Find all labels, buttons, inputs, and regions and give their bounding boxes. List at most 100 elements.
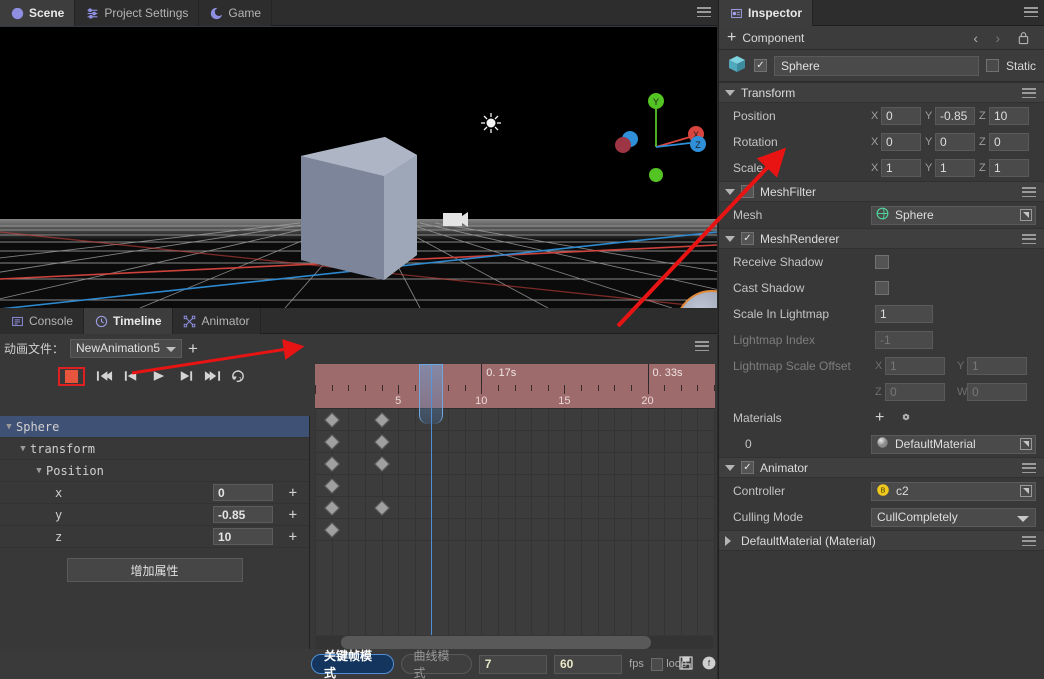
scale-in-lightmap-field[interactable]: 1 [875, 305, 933, 323]
tree-row-position[interactable]: ▼ Position [0, 460, 309, 482]
keyframe-value-y[interactable]: -0.85 [213, 506, 273, 523]
add-key-z-button[interactable]: + [289, 529, 297, 545]
tab-console[interactable]: Console [0, 308, 84, 334]
last-frame-button[interactable] [200, 366, 224, 387]
playhead-handle[interactable] [419, 364, 443, 424]
play-button[interactable] [146, 366, 170, 387]
component-menu-icon[interactable] [1022, 185, 1036, 199]
caret-right-icon[interactable] [725, 536, 731, 546]
caret-down-icon[interactable]: ▼ [16, 444, 30, 454]
rotation-y-field[interactable]: 0 [935, 133, 975, 151]
keyframe-row[interactable] [315, 431, 715, 453]
keyframe-row[interactable] [315, 409, 715, 431]
object-name-field[interactable]: Sphere [774, 56, 979, 76]
fps-input[interactable]: 60 [554, 655, 622, 674]
culling-mode-dropdown[interactable]: CullCompletely [871, 508, 1036, 527]
keyframe-diamond[interactable] [374, 500, 390, 516]
keyframe-row[interactable] [315, 519, 715, 541]
caret-down-icon[interactable] [725, 236, 735, 242]
keyframe-diamond[interactable] [324, 522, 340, 538]
keyframe-diamond[interactable] [374, 412, 390, 428]
timeline-menu-icon[interactable] [695, 339, 709, 353]
inspector-menu-icon[interactable] [1024, 5, 1038, 19]
keyframe-diamond[interactable] [324, 434, 340, 450]
nav-next-button[interactable]: › [995, 30, 1000, 46]
current-frame-input[interactable]: 7 [479, 655, 547, 674]
scale-z-field[interactable]: 1 [989, 159, 1029, 177]
keyframe-row[interactable] [315, 453, 715, 475]
component-header-animator[interactable]: ✓ Animator [719, 457, 1044, 478]
add-property-button[interactable]: 增加属性 [67, 558, 243, 582]
rotation-x-field[interactable]: 0 [881, 133, 921, 151]
tab-game[interactable]: Game [199, 0, 272, 26]
animation-file-dropdown[interactable]: NewAnimation5 [70, 339, 182, 358]
scale-x-field[interactable]: 1 [881, 159, 921, 177]
add-key-x-button[interactable]: + [289, 485, 297, 501]
frame-settings-icon[interactable]: f [701, 655, 717, 674]
lock-icon[interactable] [1017, 31, 1030, 48]
scale-y-field[interactable]: 1 [935, 159, 975, 177]
keyframe-value-z[interactable]: 10 [213, 528, 273, 545]
next-key-button[interactable] [173, 366, 197, 387]
mesh-object-field[interactable]: Sphere [871, 206, 1036, 225]
object-picker-icon[interactable] [1020, 209, 1032, 221]
curve-mode-button[interactable]: 曲线模式 [401, 654, 472, 674]
animator-enabled-checkbox[interactable]: ✓ [741, 461, 754, 474]
caret-down-icon[interactable]: ▼ [32, 466, 46, 476]
object-picker-icon[interactable] [1020, 438, 1032, 450]
position-z-field[interactable]: 10 [989, 107, 1029, 125]
tab-inspector[interactable]: Inspector [719, 0, 813, 26]
scene-menu-icon[interactable] [697, 5, 711, 19]
object-picker-icon[interactable] [1020, 485, 1032, 497]
gear-icon[interactable] [899, 410, 913, 427]
add-component-label[interactable]: Component [742, 31, 804, 45]
keyframe-row[interactable] [315, 475, 715, 497]
position-x-field[interactable]: 0 [881, 107, 921, 125]
keyframe-diamond[interactable] [324, 500, 340, 516]
add-material-button[interactable]: + [875, 409, 884, 427]
keyframe-diamond[interactable] [374, 434, 390, 450]
object-enabled-checkbox[interactable]: ✓ [754, 59, 767, 72]
tab-project-settings[interactable]: Project Settings [75, 0, 199, 26]
controller-field[interactable]: B c2 [871, 482, 1036, 501]
keyframe-row[interactable] [315, 497, 715, 519]
receive-shadow-checkbox[interactable] [875, 255, 889, 269]
keyframe-diamond[interactable] [374, 456, 390, 472]
tree-row-transform[interactable]: ▼ transform [0, 438, 309, 460]
keyframe-value-x[interactable]: 0 [213, 484, 273, 501]
tree-row-z[interactable]: z 10 + [0, 526, 309, 548]
keyframe-mode-button[interactable]: 关键帧模式 [311, 654, 394, 674]
record-button[interactable] [65, 370, 78, 383]
caret-down-icon[interactable] [725, 189, 735, 195]
caret-down-icon[interactable] [725, 90, 735, 96]
timeline-hscrollbar-thumb[interactable] [341, 636, 651, 649]
loop-button[interactable]: 1 [227, 366, 251, 387]
component-menu-icon[interactable] [1022, 534, 1036, 548]
timeline-ruler[interactable]: 0. 17s0. 33s 5101520 [315, 364, 715, 408]
component-header-defaultmaterial[interactable]: DefaultMaterial (Material) [719, 530, 1044, 551]
tab-timeline[interactable]: Timeline [84, 308, 172, 334]
keyframe-grid[interactable] [315, 408, 715, 635]
add-animation-button[interactable]: + [188, 340, 198, 357]
tab-animator[interactable]: Animator [173, 308, 261, 334]
rotation-z-field[interactable]: 0 [989, 133, 1029, 151]
caret-down-icon[interactable]: ▼ [2, 422, 16, 432]
tab-scene[interactable]: Scene [0, 0, 75, 26]
component-header-meshrenderer[interactable]: ✓ MeshRenderer [719, 228, 1044, 249]
caret-down-icon[interactable] [725, 465, 735, 471]
nav-prev-button[interactable]: ‹ [973, 30, 978, 46]
plus-icon[interactable]: + [727, 29, 736, 47]
component-menu-icon[interactable] [1022, 86, 1036, 100]
tree-row-sphere[interactable]: ▼ Sphere [0, 416, 309, 438]
meshfilter-enabled-checkbox[interactable]: ✓ [741, 185, 754, 198]
tree-row-x[interactable]: x 0 + [0, 482, 309, 504]
scene-viewport[interactable]: Y X Z [0, 27, 717, 308]
meshrenderer-enabled-checkbox[interactable]: ✓ [741, 232, 754, 245]
position-y-field[interactable]: -0.85 [935, 107, 975, 125]
keyframe-diamond[interactable] [324, 456, 340, 472]
keyframe-diamond[interactable] [324, 478, 340, 494]
loop-checkbox[interactable] [651, 658, 663, 671]
component-menu-icon[interactable] [1022, 461, 1036, 475]
component-header-meshfilter[interactable]: ✓ MeshFilter [719, 181, 1044, 202]
keyframe-diamond[interactable] [324, 412, 340, 428]
